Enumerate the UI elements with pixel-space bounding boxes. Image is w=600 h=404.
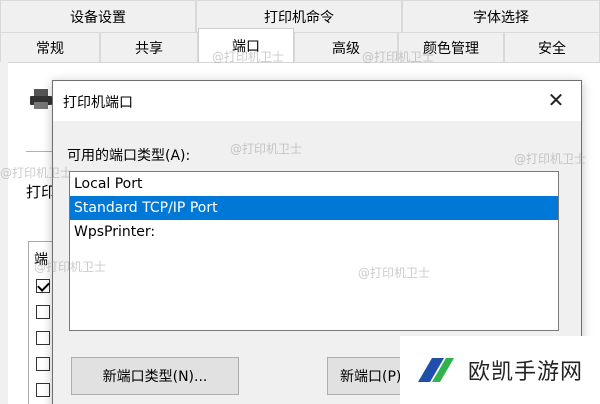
port-checkbox[interactable]	[36, 383, 50, 397]
tab-row-bottom: 常规 共享 端口 高级 颜色管理 安全	[0, 28, 600, 62]
tab-device-settings[interactable]: 设备设置	[0, 0, 196, 32]
logo-text: 欧凯手游网	[468, 360, 584, 385]
port-checkbox[interactable]	[36, 357, 50, 371]
printer-icon	[30, 89, 52, 109]
available-port-types-label: 可用的端口类型(A):	[67, 148, 191, 164]
tab-sharing[interactable]: 共享	[100, 32, 198, 62]
tab-ports[interactable]: 端口	[198, 28, 294, 62]
tab-general[interactable]: 常规	[0, 32, 100, 62]
port-checkbox[interactable]	[36, 305, 50, 319]
tab-color-management[interactable]: 颜色管理	[398, 32, 504, 62]
port-column-header-fragment: 端	[34, 252, 48, 268]
list-item[interactable]: Local Port	[70, 172, 558, 196]
tab-row-top: 设备设置 打印机命令 字体选择	[0, 0, 600, 32]
close-icon[interactable]: ✕	[545, 88, 567, 112]
tab-font-selection[interactable]: 字体选择	[402, 0, 600, 32]
port-types-list[interactable]: Local Port Standard TCP/IP Port WpsPrint…	[69, 171, 559, 331]
tab-advanced[interactable]: 高级	[294, 32, 398, 62]
dialog-titlebar: 打印机端口 ✕	[53, 81, 581, 121]
list-item[interactable]: WpsPrinter:	[70, 220, 558, 244]
tab-security[interactable]: 安全	[504, 32, 600, 62]
new-port-type-button[interactable]: 新端口类型(N)...	[71, 357, 239, 395]
list-item-selected[interactable]: Standard TCP/IP Port	[70, 196, 558, 220]
logo-mark-icon	[418, 358, 454, 382]
port-checkbox[interactable]	[36, 331, 50, 345]
site-logo: 欧凯手游网	[400, 336, 600, 404]
port-checkbox-checked[interactable]	[36, 279, 50, 293]
dialog-title: 打印机端口	[63, 95, 133, 111]
